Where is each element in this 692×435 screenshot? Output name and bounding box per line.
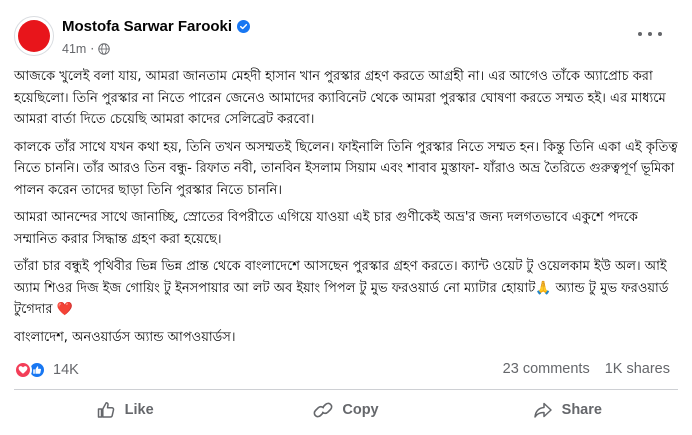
comments-count[interactable]: 23 comments: [503, 361, 590, 377]
globe-icon[interactable]: [98, 43, 110, 55]
avatar[interactable]: [14, 16, 54, 56]
divider-top: [14, 389, 678, 390]
share-icon: [533, 402, 552, 418]
like-label: Like: [124, 402, 154, 418]
like-icon: [97, 402, 114, 418]
time-row: 41m ·: [62, 42, 250, 56]
post-meta: Mostofa Sarwar Farooki 41m ·: [62, 17, 251, 56]
post-paragraph-3: আমরা আনন্দের সাথে জানাচ্ছি, স্রোতের বিপর…: [14, 210, 638, 247]
shares-count[interactable]: 1K shares: [605, 361, 670, 377]
separator-dot: ·: [90, 42, 95, 56]
post-header: Mostofa Sarwar Farooki 41m ·: [14, 16, 251, 56]
post-time[interactable]: 41m: [62, 42, 86, 56]
facebook-post: Mostofa Sarwar Farooki 41m · আজকে খুলেই …: [0, 0, 692, 435]
post-paragraph-2: কালকে তাঁর সাথে যখন কথা হয়, তিনি তখন অস…: [14, 139, 678, 198]
post-paragraph-5: বাংলাদেশ, অনওয়ার্ডস অ্যান্ড আপওয়ার্ডস।: [14, 329, 236, 345]
reactions-summary[interactable]: 14K: [14, 361, 79, 379]
verified-badge-icon: [237, 20, 251, 33]
love-reaction-icon: [14, 361, 32, 379]
post-stats: 23 comments 1K shares: [503, 361, 670, 377]
reactions-count[interactable]: 14K: [53, 362, 79, 378]
like-button[interactable]: Like: [14, 393, 235, 427]
copy-label: Copy: [342, 402, 379, 418]
author-name[interactable]: Mostofa Sarwar Farooki: [62, 18, 232, 35]
more-options-icon[interactable]: [638, 30, 662, 38]
post-paragraph-1: আজকে খুলেই বলা যায়, আমরা জানতাম মেহদী হ…: [14, 69, 666, 127]
share-label: Share: [561, 402, 602, 418]
post-body: আজকে খুলেই বলা যায়, আমরা জানতাম মেহদী হ…: [14, 66, 678, 354]
share-button[interactable]: Share: [457, 393, 678, 427]
post-paragraph-4: তাঁরা চার বন্ধুই পৃথিবীর ভিন্ন ভিন্ন প্র…: [14, 259, 669, 317]
copy-button[interactable]: Copy: [235, 393, 456, 427]
copy-icon: [313, 402, 333, 418]
action-bar: Like Copy Share: [14, 393, 678, 427]
avatar-image: [18, 20, 50, 52]
author-row: Mostofa Sarwar Farooki: [62, 17, 251, 36]
